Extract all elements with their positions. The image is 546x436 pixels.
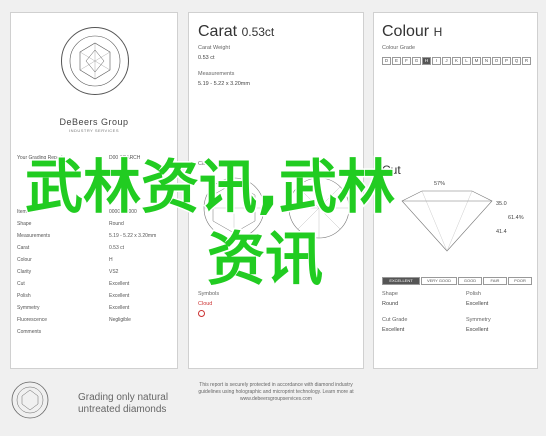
colour-title: Colour H bbox=[382, 23, 442, 41]
colour-scale-q: Q bbox=[512, 57, 521, 65]
symmetry-value: Excellent bbox=[466, 327, 489, 333]
shape-label: Shape bbox=[382, 291, 398, 297]
security-footer-text: This report is securely protected in acc… bbox=[198, 382, 354, 402]
colour-scale-f: F bbox=[402, 57, 411, 65]
footer-tagline-line1: Grading only natural bbox=[78, 392, 169, 403]
field-value-colour: H bbox=[109, 257, 113, 263]
measurements-value: 5.19 - 5.22 x 3.20mm bbox=[198, 81, 250, 87]
field-label-carat: Carat bbox=[17, 245, 30, 251]
field-value-measurements: 5.19 - 5.22 x 3.20mm bbox=[109, 233, 157, 239]
field-label-symmetry: Symmetry bbox=[17, 305, 40, 311]
cut-scale-excellent: EXCELLENT bbox=[382, 277, 420, 285]
colour-scale-g: G bbox=[412, 57, 421, 65]
field-value-carat: 0.53 ct bbox=[109, 245, 125, 251]
colour-scale-e: E bbox=[392, 57, 401, 65]
footer-tagline-line2: untreated diamonds bbox=[78, 404, 167, 415]
field-value-fluorescence: Negligible bbox=[109, 317, 131, 323]
colour-scale-p: P bbox=[502, 57, 511, 65]
field-label-comments: Comments bbox=[17, 329, 42, 335]
carat-weight-label: Carat Weight bbox=[198, 45, 230, 51]
field-value-polish: Excellent bbox=[109, 293, 130, 299]
carat-title-text: Carat bbox=[198, 23, 238, 40]
cut-scale-fair: FAIR bbox=[483, 277, 507, 285]
symmetry-label: Symmetry bbox=[466, 317, 491, 323]
cut-scale-very-good: VERY GOOD bbox=[421, 277, 457, 285]
field-value-shape: Round bbox=[109, 221, 124, 227]
watermark-line1: 武林资讯,武林 bbox=[23, 153, 396, 221]
cut-scale-poor: POOR bbox=[508, 277, 532, 285]
field-label-fluorescence: Fluorescence bbox=[17, 317, 48, 323]
proportion-crown: 35.0 bbox=[496, 201, 507, 207]
proportion-pavilion: 41.4 bbox=[496, 229, 507, 235]
polish-value: Excellent bbox=[466, 301, 489, 307]
cut-grade-value: Excellent bbox=[382, 327, 405, 333]
debeers-seal-icon bbox=[61, 27, 129, 95]
field-value-cut: Excellent bbox=[109, 281, 130, 287]
footer-seal-icon bbox=[10, 380, 50, 425]
cut-grade-label: Cut Grade bbox=[382, 317, 408, 323]
field-label-measurements: Measurements bbox=[17, 233, 51, 239]
colour-scale-m: M bbox=[472, 57, 481, 65]
field-value-symmetry: Excellent bbox=[109, 305, 130, 311]
carat-weight-value: 0.53 ct bbox=[198, 55, 215, 61]
shape-value: Round bbox=[382, 301, 399, 307]
cut-scale-good: GOOD bbox=[458, 277, 482, 285]
colour-title-value: H bbox=[433, 25, 443, 39]
polish-label: Polish bbox=[466, 291, 481, 297]
brand-subtitle: INDUSTRY SERVICES bbox=[68, 128, 120, 133]
measurements-label: Measurements bbox=[198, 71, 235, 77]
symbols-value: Cloud bbox=[198, 301, 213, 307]
colour-panel: Colour H Colour Grade D E F G H I J K L … bbox=[373, 12, 538, 369]
proportion-table: 57% bbox=[434, 181, 446, 187]
diamond-profile-icon bbox=[382, 179, 532, 264]
colour-scale-l: L bbox=[462, 57, 471, 65]
colour-scale-h: H bbox=[422, 57, 431, 65]
carat-title-value: 0.53ct bbox=[241, 25, 275, 39]
colour-scale-o: O bbox=[492, 57, 501, 65]
colour-grade-label: Colour Grade bbox=[382, 45, 416, 51]
proportion-depth: 61.4% bbox=[508, 215, 524, 221]
brand-name: DeBeers Group bbox=[59, 117, 129, 127]
field-value-clarity: VS2 bbox=[109, 269, 119, 275]
colour-scale-n: N bbox=[482, 57, 491, 65]
colour-scale-i: I bbox=[432, 57, 441, 65]
colour-scale-j: J bbox=[442, 57, 451, 65]
cloud-symbol-icon bbox=[198, 310, 205, 317]
colour-scale-r: R bbox=[522, 57, 531, 65]
colour-scale-k: K bbox=[452, 57, 461, 65]
field-label-shape: Shape bbox=[17, 221, 32, 227]
cut-scale: EXCELLENT VERY GOOD GOOD FAIR POOR bbox=[382, 277, 532, 285]
colour-scale: D E F G H I J K L M N O P Q R bbox=[382, 57, 532, 65]
field-label-colour: Colour bbox=[17, 257, 32, 263]
field-label-cut: Cut bbox=[17, 281, 25, 287]
watermark-line2: 资讯 bbox=[205, 225, 324, 293]
field-label-clarity: Clarity bbox=[17, 269, 32, 275]
colour-scale-d: D bbox=[382, 57, 391, 65]
colour-title-text: Colour bbox=[382, 23, 430, 40]
field-label-polish: Polish bbox=[17, 293, 31, 299]
carat-title: Carat 0.53ct bbox=[198, 23, 274, 41]
